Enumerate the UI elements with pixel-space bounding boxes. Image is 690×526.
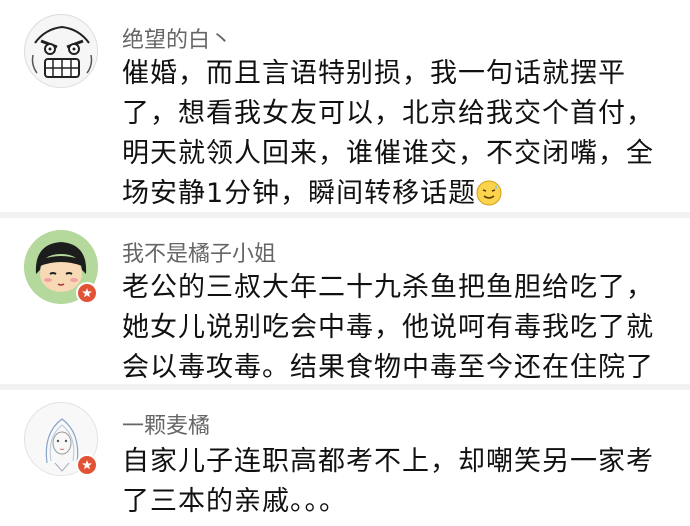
rage-face-icon — [26, 16, 97, 87]
comment-line: 催婚，而且言语特别损，我一句话就摆平 — [122, 58, 626, 89]
comment-item: 绝望的白丶 催婚，而且言语特别损，我一句话就摆平 了，想看我女友可以，北京给我交… — [0, 0, 690, 212]
sweat-smile-emoji-icon — [476, 178, 502, 218]
username[interactable]: 我不是橘子小姐 — [122, 236, 276, 268]
comment-text: 老公的三叔大年二十九杀鱼把鱼胆给吃了， 她女儿说别吃会中毒，他说呵有毒我吃了就 … — [122, 268, 672, 388]
comment-line: 会以毒攻毒。结果食物中毒至今还在住院了 — [122, 352, 654, 383]
comment-text: 催婚，而且言语特别损，我一句话就摆平 了，想看我女友可以，北京给我交个首付， 明… — [122, 54, 672, 218]
comment-line: 自家儿子连职高都考不上，却嘲笑另一家考 — [122, 446, 654, 477]
comment-text: 自家儿子连职高都考不上，却嘲笑另一家考 了三本的亲戚。。。 — [122, 442, 672, 522]
comment-line: 她女儿说别吃会中毒，他说呵有毒我吃了就 — [122, 312, 654, 343]
verified-badge-icon — [76, 282, 98, 304]
comment-line: 了三本的亲戚。。。 — [122, 486, 347, 517]
comment-item: 一颗麦橘 自家儿子连职高都考不上，却嘲笑另一家考 了三本的亲戚。。。 — [0, 390, 690, 526]
comment-line: 明天就领人回来，谁催谁交，不交闭嘴，全 — [122, 138, 654, 169]
user-avatar[interactable] — [24, 14, 98, 88]
comment-line-text: 场安静1分钟，瞬间转移话题 — [122, 178, 477, 209]
username[interactable]: 一颗麦橘 — [122, 408, 210, 440]
comment-item: 我不是橘子小姐 老公的三叔大年二十九杀鱼把鱼胆给吃了， 她女儿说别吃会中毒，他说… — [0, 218, 690, 384]
username[interactable]: 绝望的白丶 — [122, 22, 232, 54]
verified-badge-icon — [76, 454, 98, 476]
comment-line: 场安静1分钟，瞬间转移话题 — [122, 174, 672, 218]
comment-line: 老公的三叔大年二十九杀鱼把鱼胆给吃了， — [122, 272, 654, 303]
comment-line: 了，想看我女友可以，北京给我交个首付， — [122, 98, 654, 129]
